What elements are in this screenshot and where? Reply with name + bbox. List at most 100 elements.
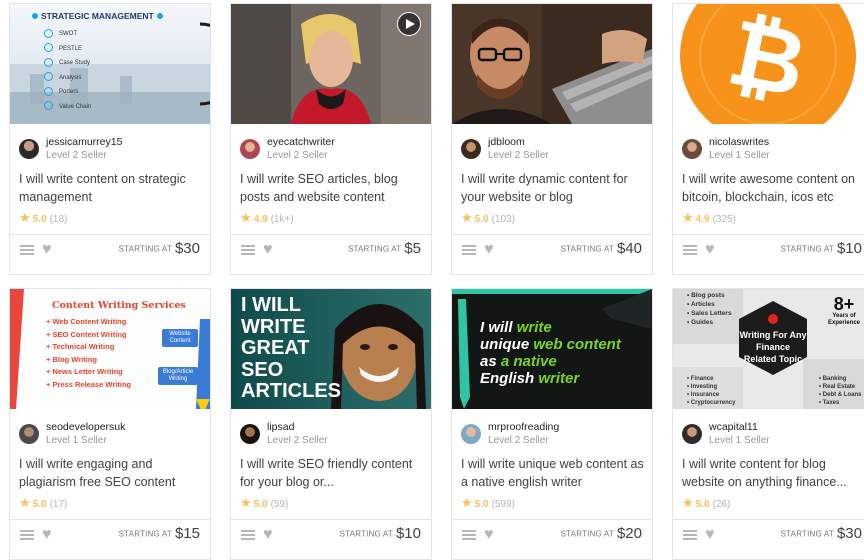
seller-level: Level 2 Seller [488,435,549,446]
gig-card[interactable]: STRATEGIC MANAGEMENT SWOT PESTLE Case St… [9,3,211,275]
menu-icon[interactable] [462,245,476,256]
rating: ★ 5.0 (26) [682,495,731,510]
thumb-list-item: PESTLE [44,42,91,57]
thumb-list-item: Porters [44,85,91,100]
gig-card[interactable]: I WILL WRITE GREAT SEO ARTICLES lipsad L… [230,288,432,560]
thumb-list-item: • Blog posts [687,292,725,299]
menu-icon[interactable] [20,530,34,541]
thumb-list-item: + SEO Content Writing [46,329,127,339]
gig-thumbnail[interactable]: • Blog posts • Articles • Sales Letters … [673,289,864,409]
experience-badge: 8+ Years of Experience [827,294,861,326]
rating: ★ 4.9 (1k+) [240,210,294,225]
seller-name[interactable]: eyecatchwriter [267,136,335,148]
starting-price[interactable]: STARTING AT $30 [119,240,200,258]
gig-title[interactable]: I will write content on strategic manage… [19,170,204,206]
seller-level: Level 1 Seller [46,435,107,446]
seller-info: mrproofreading Level 2 Seller [461,420,646,450]
thumb-list-item: Case Study [44,56,91,71]
menu-icon[interactable] [20,245,34,256]
heart-icon[interactable]: ♥ [705,242,715,258]
gig-card[interactable]: eyecatchwriter Level 2 Seller I will wri… [230,3,432,275]
avatar[interactable] [240,139,260,159]
seller-name[interactable]: nicolaswrites [709,136,769,148]
starting-price[interactable]: STARTING AT $40 [561,240,642,258]
gig-thumbnail[interactable] [452,4,652,124]
seller-name[interactable]: jessicamurrey15 [46,136,122,148]
thumb-list-item: • Articles [687,301,715,308]
divider [10,234,210,235]
thumb-list-item: • Banking [819,376,847,382]
gig-title[interactable]: I will write engaging and plagiarism fre… [19,455,204,491]
gig-title[interactable]: I will write awesome content on bitcoin,… [682,170,858,206]
gig-card[interactable]: jdbloom Level 2 Seller I will write dyna… [451,3,653,275]
thumb-list-item: + Press Release Writing [46,379,132,389]
heart-icon[interactable]: ♥ [263,527,273,543]
gig-title[interactable]: I will write SEO articles, blog posts an… [240,170,425,206]
thumb-list-item: • Finance [687,376,714,382]
gig-card[interactable]: Content Writing Services + Web Content W… [9,288,211,560]
gig-thumbnail[interactable] [231,4,431,124]
thumb-list-item: • Investing [687,384,718,390]
heart-icon[interactable]: ♥ [42,242,52,258]
seller-name[interactable]: lipsad [267,421,294,433]
avatar[interactable] [240,424,260,444]
gig-thumbnail[interactable]: I will write unique web content as a nat… [452,289,652,409]
heart-icon[interactable]: ♥ [263,242,273,258]
seller-name[interactable]: mrproofreading [488,421,559,433]
gig-title[interactable]: I will write dynamic content for your we… [461,170,646,206]
heart-icon[interactable]: ♥ [484,242,494,258]
rating: ★ 5.0 (103) [461,210,515,225]
thumb-list-item: • Sales Letters [687,310,732,317]
menu-icon[interactable] [462,530,476,541]
heart-icon[interactable]: ♥ [484,527,494,543]
gig-thumbnail[interactable]: Content Writing Services + Web Content W… [10,289,210,409]
gig-title[interactable]: I will write SEO friendly content for yo… [240,455,425,491]
gig-card[interactable]: ₿ nicolaswrites Level 1 Seller I will wr… [672,3,864,275]
avatar[interactable] [682,139,702,159]
thumb-list-item: SWOT [44,27,91,42]
price: $10 [395,525,421,543]
starting-price[interactable]: STARTING AT $10 [340,525,421,543]
price: $10 [836,240,862,258]
avatar[interactable] [19,139,39,159]
gig-thumbnail[interactable]: ₿ [673,4,864,124]
star-icon: ★ [682,210,694,225]
starting-price[interactable]: STARTING AT $30 [781,525,862,543]
seller-name[interactable]: jdbloom [488,136,525,148]
avatar[interactable] [682,424,702,444]
star-icon: ★ [682,495,694,510]
menu-icon[interactable] [241,245,255,256]
starting-price[interactable]: STARTING AT $20 [561,525,642,543]
thumb-list-item: + Technical Writing [46,342,115,352]
thumb-text-line: as a native [480,353,557,370]
seller-name[interactable]: seodevelopersuk [46,421,125,433]
heart-icon[interactable]: ♥ [705,527,715,543]
seller-level: Level 2 Seller [488,150,549,161]
thumb-text-line: I WILL [241,294,301,316]
seller-info: jdbloom Level 2 Seller [461,135,646,165]
gig-card[interactable]: I will write unique web content as a nat… [451,288,653,560]
play-video-icon[interactable] [397,12,421,36]
price: $30 [836,525,862,543]
rating: ★ 5.0 (17) [19,495,68,510]
gig-title[interactable]: I will write content for blog website on… [682,455,858,491]
thumb-list-item: + News Letter Writing [46,367,123,377]
avatar[interactable] [461,424,481,444]
menu-icon[interactable] [683,530,697,541]
gig-thumbnail[interactable]: I WILL WRITE GREAT SEO ARTICLES [231,289,431,409]
starting-price[interactable]: STARTING AT $15 [119,525,200,543]
starting-price[interactable]: STARTING AT $10 [781,240,862,258]
heart-icon[interactable]: ♥ [42,527,52,543]
seller-name[interactable]: wcapital11 [709,421,758,433]
avatar[interactable] [461,139,481,159]
thumb-list-item: Analysis [44,71,91,86]
gig-thumbnail[interactable]: STRATEGIC MANAGEMENT SWOT PESTLE Case St… [10,4,210,124]
avatar[interactable] [19,424,39,444]
gig-card[interactable]: • Blog posts • Articles • Sales Letters … [672,288,864,560]
starting-price[interactable]: STARTING AT $5 [348,240,421,258]
star-icon: ★ [240,210,252,225]
gig-title[interactable]: I will write unique web content as a nat… [461,455,646,491]
menu-icon[interactable] [683,245,697,256]
menu-icon[interactable] [241,530,255,541]
thumb-badge: Blog/Article Writing [158,367,198,385]
